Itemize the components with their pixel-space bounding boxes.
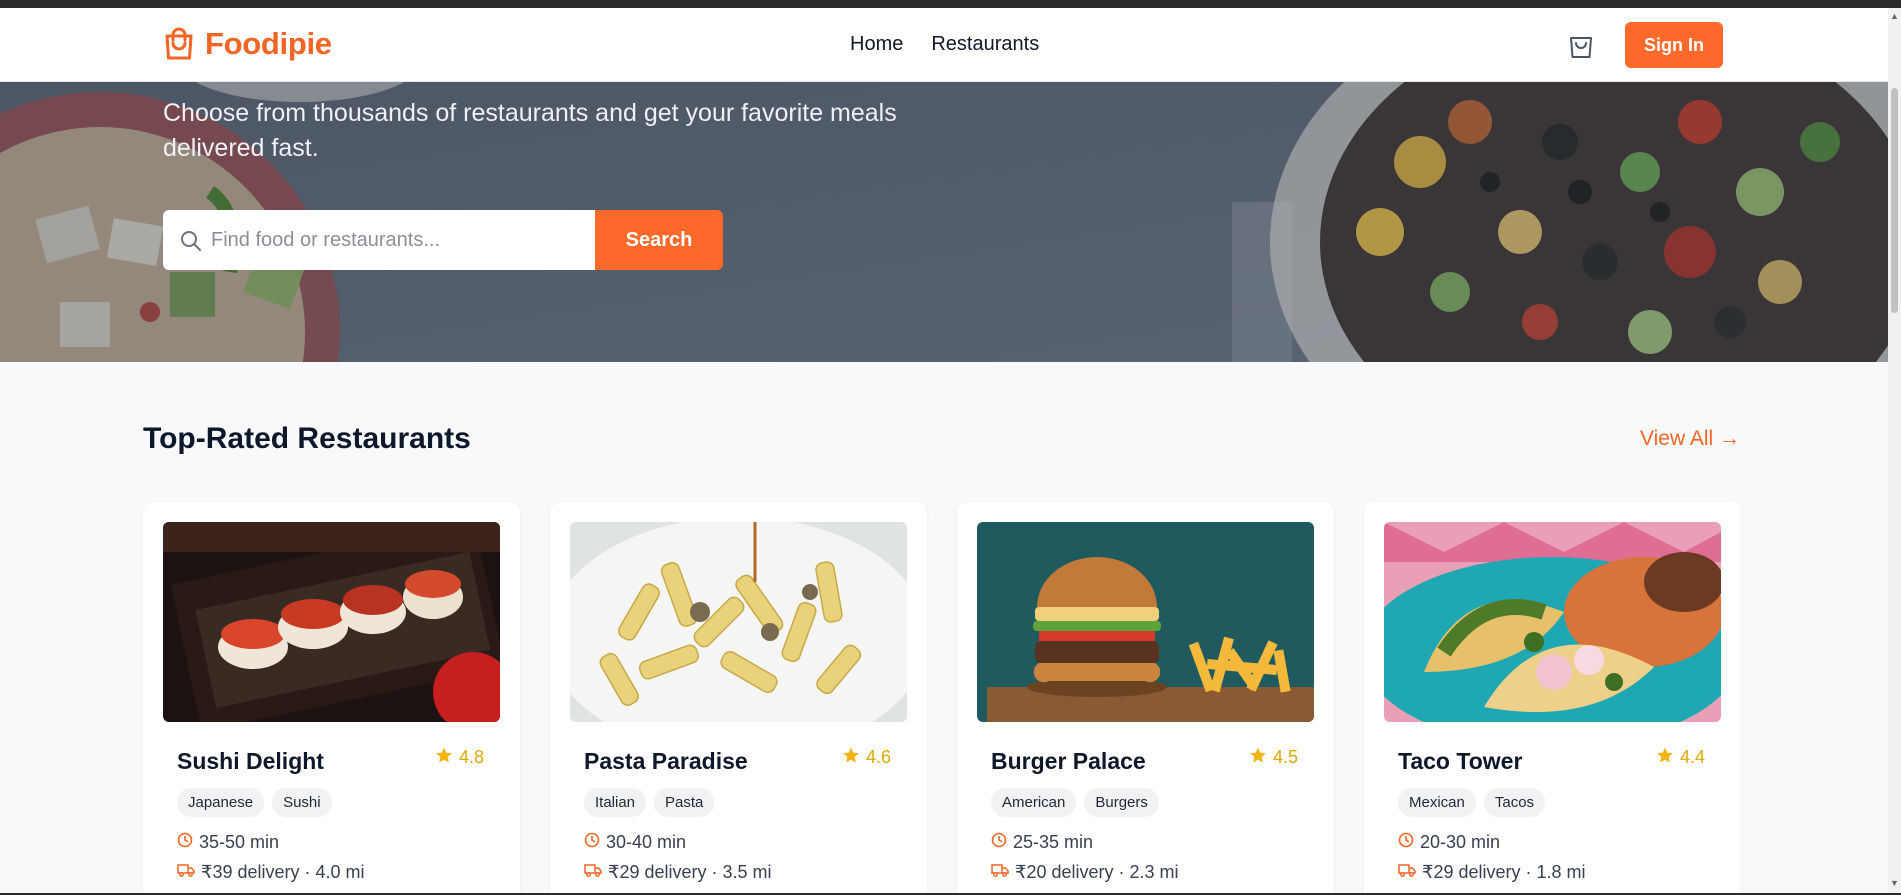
browser-viewport: Foodipie Home Restaurants Sign In Choose… bbox=[0, 8, 1901, 893]
delivery-time-text: 25-35 min bbox=[1013, 832, 1094, 852]
view-all-link[interactable]: View All → bbox=[1640, 427, 1740, 451]
cuisine-tags: Mexican Tacos bbox=[1398, 788, 1546, 817]
restaurant-card[interactable]: Pasta Paradise 4.6 Italian Pasta 30-40 m… bbox=[550, 502, 927, 893]
cuisine-tag: Mexican bbox=[1398, 788, 1476, 817]
restaurant-card[interactable]: Sushi Delight 4.8 Japanese Sushi 35-50 m… bbox=[143, 502, 520, 893]
clock-icon bbox=[991, 832, 1007, 853]
cuisine-tag: American bbox=[991, 788, 1077, 817]
restaurant-image-pasta bbox=[570, 522, 907, 722]
vertical-scrollbar[interactable]: ▲ ▼ bbox=[1888, 8, 1901, 893]
delivery-info: ₹20 delivery · 2.3 mi bbox=[991, 862, 1179, 883]
restaurant-name: Taco Tower bbox=[1398, 748, 1523, 774]
cuisine-tag: Italian bbox=[584, 788, 647, 817]
search-input[interactable] bbox=[211, 222, 581, 258]
scroll-thumb[interactable] bbox=[1891, 88, 1898, 313]
restaurant-card[interactable]: Burger Palace 4.5 American Burgers 25-35… bbox=[957, 502, 1334, 893]
delivery-info: ₹29 delivery · 3.5 mi bbox=[584, 862, 772, 883]
clock-icon bbox=[1398, 832, 1414, 853]
star-icon bbox=[842, 746, 860, 769]
star-icon bbox=[1656, 746, 1674, 769]
restaurant-rating: 4.5 bbox=[1249, 746, 1298, 769]
cuisine-tag: Sushi bbox=[272, 788, 332, 817]
delivery-time-text: 35-50 min bbox=[199, 832, 280, 852]
scroll-up-arrow-icon[interactable]: ▲ bbox=[1890, 11, 1899, 21]
search-box bbox=[163, 210, 595, 270]
restaurant-rating: 4.4 bbox=[1656, 746, 1705, 769]
search-icon bbox=[179, 229, 203, 258]
main-nav: Home Restaurants bbox=[850, 33, 1039, 56]
restaurant-name: Pasta Paradise bbox=[584, 748, 748, 774]
restaurant-card[interactable]: Taco Tower 4.4 Mexican Tacos 20-30 min ₹… bbox=[1364, 502, 1741, 893]
restaurant-image-burger bbox=[977, 522, 1314, 722]
delivery-fee-distance: ₹29 delivery · 3.5 mi bbox=[608, 862, 772, 882]
nav-link-restaurants[interactable]: Restaurants bbox=[931, 33, 1039, 56]
brand-name: Foodipie bbox=[205, 26, 332, 61]
hero-banner: Choose from thousands of restaurants and… bbox=[0, 82, 1888, 362]
cuisine-tags: American Burgers bbox=[991, 788, 1159, 817]
delivery-time: 25-35 min bbox=[991, 832, 1093, 853]
delivery-fee-distance: ₹20 delivery · 2.3 mi bbox=[1015, 862, 1179, 882]
nav-link-home[interactable]: Home bbox=[850, 33, 903, 56]
search-button[interactable]: Search bbox=[595, 210, 723, 270]
delivery-time: 20-30 min bbox=[1398, 832, 1500, 853]
rating-value: 4.6 bbox=[865, 747, 891, 767]
delivery-fee-distance: ₹39 delivery · 4.0 mi bbox=[201, 862, 365, 882]
restaurant-rating: 4.8 bbox=[435, 746, 484, 769]
delivery-time: 30-40 min bbox=[584, 832, 686, 853]
cuisine-tags: Japanese Sushi bbox=[177, 788, 332, 817]
truck-icon bbox=[177, 862, 195, 883]
delivery-time-text: 30-40 min bbox=[606, 832, 687, 852]
restaurant-image-sushi bbox=[163, 522, 500, 722]
truck-icon bbox=[991, 862, 1009, 883]
cuisine-tag: Japanese bbox=[177, 788, 265, 817]
sign-in-button[interactable]: Sign In bbox=[1625, 22, 1723, 68]
cuisine-tags: Italian Pasta bbox=[584, 788, 715, 817]
delivery-time-text: 20-30 min bbox=[1420, 832, 1501, 852]
shopping-bag-logo-icon bbox=[163, 27, 195, 61]
cuisine-tag: Burgers bbox=[1084, 788, 1159, 817]
truck-icon bbox=[1398, 862, 1416, 883]
rating-value: 4.4 bbox=[1679, 747, 1705, 767]
scroll-down-arrow-icon[interactable]: ▼ bbox=[1890, 878, 1899, 888]
cart-icon[interactable] bbox=[1566, 30, 1596, 60]
clock-icon bbox=[584, 832, 600, 853]
rating-value: 4.8 bbox=[458, 747, 484, 767]
clock-icon bbox=[177, 832, 193, 853]
cuisine-tag: Pasta bbox=[654, 788, 715, 817]
restaurant-name: Burger Palace bbox=[991, 748, 1146, 774]
brand-logo[interactable]: Foodipie bbox=[163, 26, 332, 62]
section-title: Top-Rated Restaurants bbox=[143, 422, 471, 455]
star-icon bbox=[435, 746, 453, 769]
delivery-time: 35-50 min bbox=[177, 832, 279, 853]
rating-value: 4.5 bbox=[1272, 747, 1298, 767]
cuisine-tag: Tacos bbox=[1483, 788, 1546, 817]
delivery-fee-distance: ₹29 delivery · 1.8 mi bbox=[1422, 862, 1586, 882]
restaurant-name: Sushi Delight bbox=[177, 748, 324, 774]
delivery-info: ₹29 delivery · 1.8 mi bbox=[1398, 862, 1586, 883]
star-icon bbox=[1249, 746, 1267, 769]
restaurant-image-tacos bbox=[1384, 522, 1721, 722]
hero-subtitle: Choose from thousands of restaurants and… bbox=[163, 99, 897, 162]
top-navbar: Foodipie Home Restaurants Sign In bbox=[0, 8, 1888, 82]
restaurant-rating: 4.6 bbox=[842, 746, 891, 769]
truck-icon bbox=[584, 862, 602, 883]
delivery-info: ₹39 delivery · 4.0 mi bbox=[177, 862, 365, 883]
